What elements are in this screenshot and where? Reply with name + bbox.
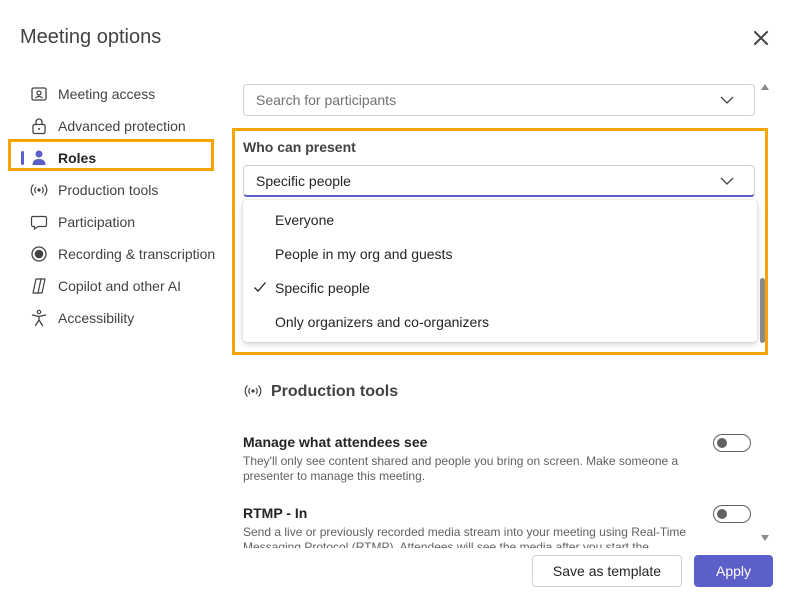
- active-indicator: [21, 151, 24, 165]
- accessibility-icon: [30, 309, 48, 327]
- close-button[interactable]: [749, 26, 773, 50]
- scroll-down-arrow[interactable]: [759, 531, 771, 543]
- chat-bubble-icon: [30, 213, 48, 231]
- option-label: Specific people: [275, 280, 370, 296]
- sidebar-item-recording-transcription[interactable]: Recording & transcription: [0, 239, 225, 269]
- scrollbar-thumb[interactable]: [760, 278, 765, 343]
- sidebar-item-label: Recording & transcription: [58, 246, 216, 262]
- id-card-icon: [30, 85, 48, 103]
- caret-down-icon: [761, 535, 769, 541]
- sidebar-item-accessibility[interactable]: Accessibility: [0, 303, 225, 333]
- manage-attendees-description: They'll only see content shared and peop…: [243, 454, 679, 483]
- participants-search-select[interactable]: Search for participants: [243, 84, 755, 116]
- toggle-knob: [717, 438, 727, 448]
- sidebar-item-label: Advanced protection: [58, 118, 186, 134]
- close-icon: [754, 31, 768, 45]
- save-as-template-button[interactable]: Save as template: [532, 555, 682, 587]
- copilot-icon: [30, 277, 48, 295]
- broadcast-icon: [244, 385, 262, 397]
- sidebar-item-label: Meeting access: [58, 86, 156, 102]
- person-icon: [30, 149, 48, 167]
- dialog-title: Meeting options: [20, 26, 162, 48]
- scroll-up-arrow[interactable]: [759, 80, 771, 92]
- sidebar-item-label: Roles: [58, 150, 97, 166]
- option-organizers-only[interactable]: Only organizers and co-organizers: [243, 305, 757, 339]
- rtmp-in-title: RTMP - In: [243, 505, 308, 521]
- option-org-and-guests[interactable]: People in my org and guests: [243, 237, 757, 271]
- who-can-present-dropdown: Everyone People in my org and guests Spe…: [243, 200, 757, 342]
- sidebar-item-label: Participation: [58, 214, 136, 230]
- chevron-down-icon: [720, 96, 734, 104]
- options-content: Search for participants Who can present …: [230, 70, 770, 548]
- record-icon: [30, 245, 48, 263]
- sidebar-item-roles[interactable]: Roles: [0, 143, 225, 173]
- chevron-down-icon: [720, 177, 734, 185]
- manage-attendees-toggle[interactable]: [713, 434, 751, 452]
- sidebar-item-participation[interactable]: Participation: [0, 207, 225, 237]
- broadcast-icon: [30, 181, 48, 199]
- rtmp-in-toggle[interactable]: [713, 505, 751, 523]
- participants-search-placeholder: Search for participants: [256, 92, 397, 108]
- sidebar-item-production-tools[interactable]: Production tools: [0, 175, 225, 205]
- who-can-present-value: Specific people: [256, 172, 351, 189]
- production-tools-heading: Production tools: [271, 383, 399, 400]
- sidebar-item-label: Accessibility: [58, 310, 135, 326]
- apply-button[interactable]: Apply: [694, 555, 773, 587]
- option-label: Everyone: [275, 212, 335, 228]
- checkmark-icon: [254, 282, 266, 292]
- option-label: Only organizers and co-organizers: [275, 314, 489, 330]
- sidebar-item-meeting-access[interactable]: Meeting access: [0, 79, 225, 109]
- manage-attendees-title: Manage what attendees see: [243, 434, 428, 450]
- sidebar-item-advanced-protection[interactable]: Advanced protection: [0, 111, 225, 141]
- rtmp-in-description: Send a live or previously recorded media…: [243, 525, 687, 548]
- who-can-present-select[interactable]: Specific people: [243, 165, 755, 197]
- caret-up-icon: [761, 84, 769, 90]
- sidebar-item-label: Production tools: [58, 182, 159, 198]
- option-specific-people[interactable]: Specific people: [243, 271, 757, 305]
- option-everyone[interactable]: Everyone: [243, 203, 757, 237]
- sidebar-item-label: Copilot and other AI: [58, 278, 181, 294]
- sidebar-item-copilot[interactable]: Copilot and other AI: [0, 271, 225, 301]
- who-can-present-label: Who can present: [243, 139, 356, 155]
- lock-icon: [30, 117, 48, 135]
- toggle-knob: [717, 509, 727, 519]
- option-label: People in my org and guests: [275, 246, 453, 262]
